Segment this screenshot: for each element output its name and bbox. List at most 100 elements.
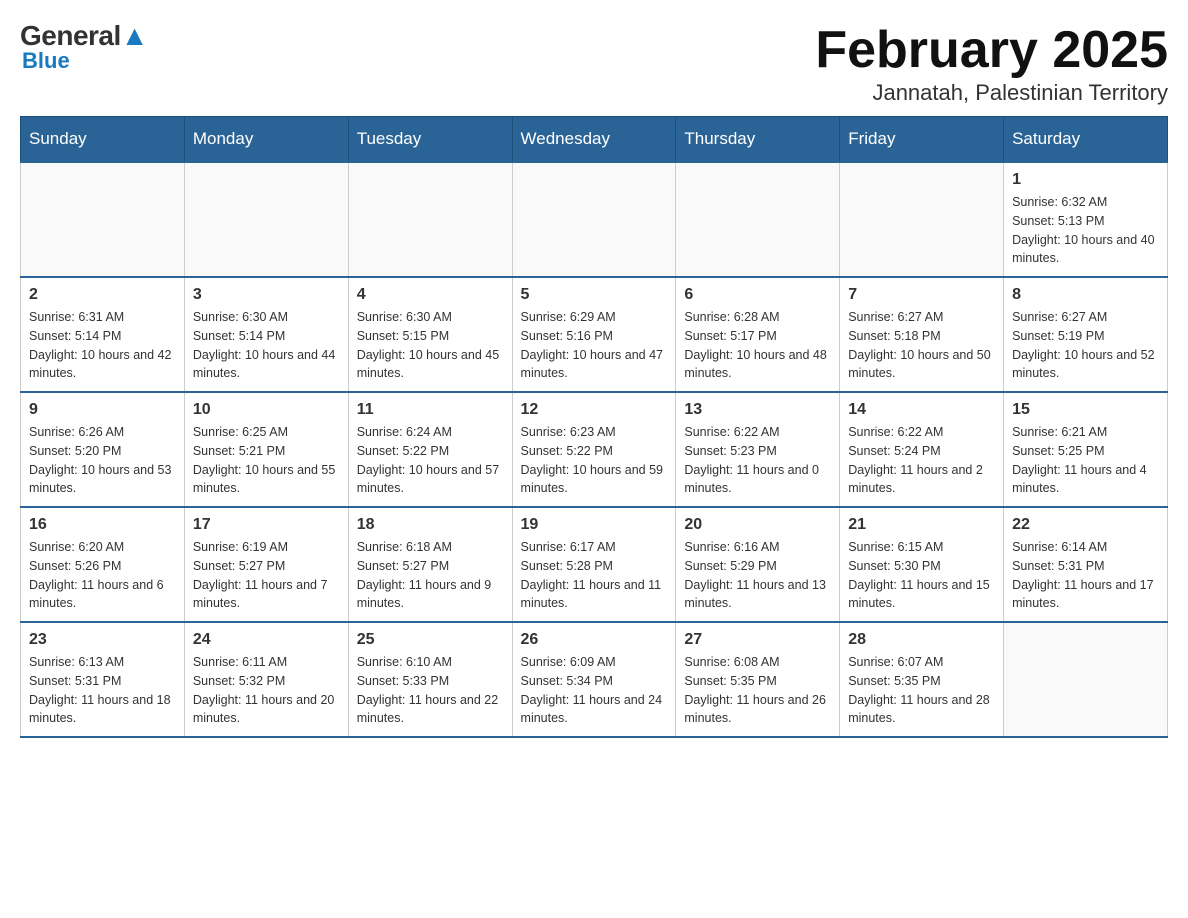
day-info: Sunrise: 6:28 AMSunset: 5:17 PMDaylight:… (684, 308, 831, 383)
title-section: February 2025 Jannatah, Palestinian Terr… (815, 20, 1168, 106)
calendar-cell-w5-d4: 26 Sunrise: 6:09 AMSunset: 5:34 PMDayligh… (512, 622, 676, 737)
day-info: Sunrise: 6:31 AMSunset: 5:14 PMDaylight:… (29, 308, 176, 383)
calendar-cell-w3-d6: 14 Sunrise: 6:22 AMSunset: 5:24 PMDayligh… (840, 392, 1004, 507)
calendar-cell-w5-d6: 28 Sunrise: 6:07 AMSunset: 5:35 PMDayligh… (840, 622, 1004, 737)
day-info: Sunrise: 6:29 AMSunset: 5:16 PMDaylight:… (521, 308, 668, 383)
col-tuesday: Tuesday (348, 117, 512, 163)
day-number: 12 (521, 401, 668, 419)
calendar-cell-w4-d1: 16Sunrise: 6:20 AMSunset: 5:26 PMDayligh… (21, 507, 185, 622)
calendar-cell-w3-d4: 12 Sunrise: 6:23 AMSunset: 5:22 PMDayligh… (512, 392, 676, 507)
calendar-cell-w4-d7: 22Sunrise: 6:14 AMSunset: 5:31 PMDayligh… (1004, 507, 1168, 622)
calendar-cell-w1-d7: 1 Sunrise: 6:32 AMSunset: 5:13 PMDaylight… (1004, 162, 1168, 277)
calendar-week-1: 1 Sunrise: 6:32 AMSunset: 5:13 PMDaylight… (21, 162, 1168, 277)
day-info: Sunrise: 6:11 AMSunset: 5:32 PMDaylight:… (193, 653, 340, 728)
calendar-cell-w4-d4: 19Sunrise: 6:17 AMSunset: 5:28 PMDayligh… (512, 507, 676, 622)
calendar-cell-w3-d2: 10 Sunrise: 6:25 AMSunset: 5:21 PMDayligh… (184, 392, 348, 507)
day-info: Sunrise: 6:08 AMSunset: 5:35 PMDaylight:… (684, 653, 831, 728)
day-info: Sunrise: 6:17 AMSunset: 5:28 PMDaylight:… (521, 538, 668, 613)
calendar-cell-w5-d5: 27Sunrise: 6:08 AMSunset: 5:35 PMDayligh… (676, 622, 840, 737)
logo: General▲ Blue (20, 20, 148, 74)
calendar-week-5: 23 Sunrise: 6:13 AMSunset: 5:31 PMDayligh… (21, 622, 1168, 737)
day-info: Sunrise: 6:16 AMSunset: 5:29 PMDaylight:… (684, 538, 831, 613)
day-number: 28 (848, 631, 995, 649)
calendar-cell-w2-d1: 2 Sunrise: 6:31 AMSunset: 5:14 PMDaylight… (21, 277, 185, 392)
calendar-cell-w3-d1: 9 Sunrise: 6:26 AMSunset: 5:20 PMDaylight… (21, 392, 185, 507)
col-saturday: Saturday (1004, 117, 1168, 163)
day-number: 10 (193, 401, 340, 419)
day-number: 13 (684, 401, 831, 419)
day-info: Sunrise: 6:24 AMSunset: 5:22 PMDaylight:… (357, 423, 504, 498)
day-number: 11 (357, 401, 504, 419)
day-number: 23 (29, 631, 176, 649)
day-info: Sunrise: 6:26 AMSunset: 5:20 PMDaylight:… (29, 423, 176, 498)
calendar-cell-w2-d7: 8 Sunrise: 6:27 AMSunset: 5:19 PMDaylight… (1004, 277, 1168, 392)
day-number: 15 (1012, 401, 1159, 419)
calendar-cell-w5-d3: 25 Sunrise: 6:10 AMSunset: 5:33 PMDayligh… (348, 622, 512, 737)
day-number: 7 (848, 286, 995, 304)
calendar-header-row: Sunday Monday Tuesday Wednesday Thursday… (21, 117, 1168, 163)
col-wednesday: Wednesday (512, 117, 676, 163)
month-year-title: February 2025 (815, 20, 1168, 80)
calendar-cell-w5-d7 (1004, 622, 1168, 737)
calendar-cell-w2-d4: 5 Sunrise: 6:29 AMSunset: 5:16 PMDaylight… (512, 277, 676, 392)
page-header: General▲ Blue February 2025 Jannatah, Pa… (20, 20, 1168, 106)
col-monday: Monday (184, 117, 348, 163)
day-info: Sunrise: 6:15 AMSunset: 5:30 PMDaylight:… (848, 538, 995, 613)
logo-blue-text: Blue (22, 48, 148, 74)
day-info: Sunrise: 6:27 AMSunset: 5:19 PMDaylight:… (1012, 308, 1159, 383)
calendar-cell-w1-d5 (676, 162, 840, 277)
calendar-cell-w5-d1: 23 Sunrise: 6:13 AMSunset: 5:31 PMDayligh… (21, 622, 185, 737)
day-number: 21 (848, 516, 995, 534)
day-number: 17 (193, 516, 340, 534)
day-number: 1 (1012, 171, 1159, 189)
calendar-cell-w3-d5: 13 Sunrise: 6:22 AMSunset: 5:23 PMDayligh… (676, 392, 840, 507)
calendar-cell-w2-d3: 4Sunrise: 6:30 AMSunset: 5:15 PMDaylight… (348, 277, 512, 392)
day-info: Sunrise: 6:09 AMSunset: 5:34 PMDaylight:… (521, 653, 668, 728)
day-number: 8 (1012, 286, 1159, 304)
calendar-cell-w1-d1 (21, 162, 185, 277)
day-info: Sunrise: 6:32 AMSunset: 5:13 PMDaylight:… (1012, 193, 1159, 268)
calendar-cell-w3-d3: 11 Sunrise: 6:24 AMSunset: 5:22 PMDayligh… (348, 392, 512, 507)
day-number: 25 (357, 631, 504, 649)
calendar-cell-w4-d5: 20 Sunrise: 6:16 AMSunset: 5:29 PMDayligh… (676, 507, 840, 622)
calendar-cell-w4-d2: 17 Sunrise: 6:19 AMSunset: 5:27 PMDayligh… (184, 507, 348, 622)
day-number: 9 (29, 401, 176, 419)
day-number: 18 (357, 516, 504, 534)
calendar-cell-w1-d6 (840, 162, 1004, 277)
day-info: Sunrise: 6:07 AMSunset: 5:35 PMDaylight:… (848, 653, 995, 728)
day-number: 14 (848, 401, 995, 419)
day-number: 16 (29, 516, 176, 534)
day-number: 5 (521, 286, 668, 304)
calendar-cell-w1-d3 (348, 162, 512, 277)
calendar-cell-w3-d7: 15Sunrise: 6:21 AMSunset: 5:25 PMDayligh… (1004, 392, 1168, 507)
calendar-week-4: 16Sunrise: 6:20 AMSunset: 5:26 PMDayligh… (21, 507, 1168, 622)
calendar-table: Sunday Monday Tuesday Wednesday Thursday… (20, 116, 1168, 738)
col-sunday: Sunday (21, 117, 185, 163)
day-info: Sunrise: 6:23 AMSunset: 5:22 PMDaylight:… (521, 423, 668, 498)
col-thursday: Thursday (676, 117, 840, 163)
day-info: Sunrise: 6:19 AMSunset: 5:27 PMDaylight:… (193, 538, 340, 613)
calendar-cell-w2-d5: 6 Sunrise: 6:28 AMSunset: 5:17 PMDaylight… (676, 277, 840, 392)
day-number: 2 (29, 286, 176, 304)
day-info: Sunrise: 6:13 AMSunset: 5:31 PMDaylight:… (29, 653, 176, 728)
day-info: Sunrise: 6:22 AMSunset: 5:24 PMDaylight:… (848, 423, 995, 498)
calendar-cell-w4-d6: 21 Sunrise: 6:15 AMSunset: 5:30 PMDayligh… (840, 507, 1004, 622)
day-number: 3 (193, 286, 340, 304)
location-subtitle: Jannatah, Palestinian Territory (815, 80, 1168, 106)
day-info: Sunrise: 6:27 AMSunset: 5:18 PMDaylight:… (848, 308, 995, 383)
day-info: Sunrise: 6:25 AMSunset: 5:21 PMDaylight:… (193, 423, 340, 498)
calendar-week-3: 9 Sunrise: 6:26 AMSunset: 5:20 PMDaylight… (21, 392, 1168, 507)
calendar-week-2: 2 Sunrise: 6:31 AMSunset: 5:14 PMDaylight… (21, 277, 1168, 392)
calendar-cell-w1-d4 (512, 162, 676, 277)
day-info: Sunrise: 6:22 AMSunset: 5:23 PMDaylight:… (684, 423, 831, 498)
day-number: 20 (684, 516, 831, 534)
day-number: 26 (521, 631, 668, 649)
day-number: 22 (1012, 516, 1159, 534)
calendar-cell-w2-d2: 3 Sunrise: 6:30 AMSunset: 5:14 PMDaylight… (184, 277, 348, 392)
day-number: 6 (684, 286, 831, 304)
calendar-cell-w2-d6: 7 Sunrise: 6:27 AMSunset: 5:18 PMDaylight… (840, 277, 1004, 392)
day-number: 24 (193, 631, 340, 649)
calendar-cell-w5-d2: 24 Sunrise: 6:11 AMSunset: 5:32 PMDayligh… (184, 622, 348, 737)
day-info: Sunrise: 6:30 AMSunset: 5:14 PMDaylight:… (193, 308, 340, 383)
day-info: Sunrise: 6:10 AMSunset: 5:33 PMDaylight:… (357, 653, 504, 728)
